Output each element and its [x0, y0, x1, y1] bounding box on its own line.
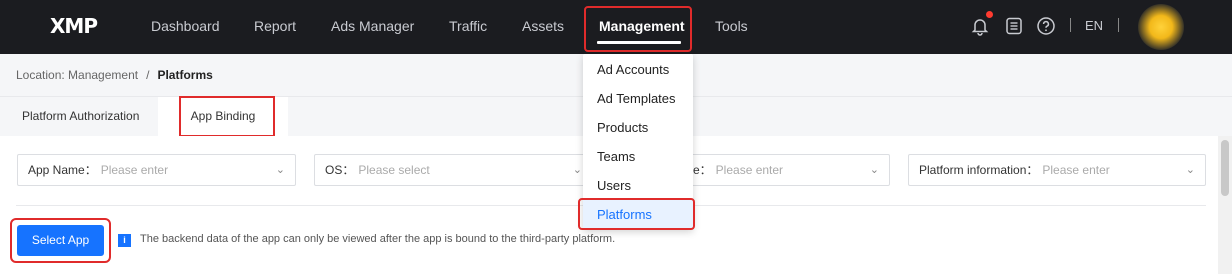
- highlight-box-app-binding: [179, 96, 275, 137]
- menu-item-ad-templates[interactable]: Ad Templates: [583, 84, 693, 113]
- app-name-placeholder: Please enter: [100, 163, 169, 177]
- nav-traffic[interactable]: Traffic: [449, 0, 487, 54]
- chevron-down-icon: ⌄: [1185, 164, 1195, 176]
- highlight-box-select-app: [10, 218, 111, 263]
- chevron-down-icon: ⌄: [275, 164, 285, 176]
- nav-ads-manager[interactable]: Ads Manager: [331, 0, 414, 54]
- chevron-down-icon: ⌄: [572, 164, 582, 176]
- nav-assets[interactable]: Assets: [522, 0, 564, 54]
- platform-information-label: Platform information：: [919, 163, 1039, 177]
- avatar[interactable]: [1138, 4, 1184, 50]
- platform-information-filter[interactable]: Platform information： Please enter ⌄: [908, 154, 1206, 186]
- top-nav: XMP Dashboard Report Ads Manager Traffic…: [0, 0, 1232, 54]
- info-message: The backend data of the app can only be …: [140, 233, 616, 245]
- separator: [1118, 18, 1119, 32]
- info-icon: i: [118, 234, 131, 247]
- highlight-box-management: [584, 6, 692, 52]
- menu-item-ad-accounts[interactable]: Ad Accounts: [583, 55, 693, 84]
- app-name-filter[interactable]: App Name： Please enter ⌄: [17, 154, 296, 186]
- nav-tools[interactable]: Tools: [715, 0, 748, 54]
- menu-item-users[interactable]: Users: [583, 171, 693, 200]
- nav-report[interactable]: Report: [254, 0, 296, 54]
- platform-information-placeholder: Please enter: [1042, 163, 1110, 177]
- document-icon[interactable]: [1004, 16, 1024, 36]
- chevron-down-icon: ⌄: [869, 164, 879, 176]
- highlight-box-platforms: [578, 198, 695, 230]
- breadcrumb-current: Platforms: [157, 68, 213, 82]
- app-name-label: App Name：: [28, 163, 97, 177]
- bell-icon[interactable]: [970, 16, 990, 36]
- notification-dot: [986, 11, 993, 18]
- breadcrumb-separator: /: [146, 68, 150, 82]
- separator: [1070, 18, 1071, 32]
- scrollbar-thumb[interactable]: [1221, 140, 1229, 196]
- breadcrumb-location[interactable]: Location: Management: [16, 68, 138, 82]
- menu-item-products[interactable]: Products: [583, 113, 693, 142]
- language-switch[interactable]: EN: [1085, 0, 1103, 54]
- os-placeholder: Please select: [358, 163, 430, 177]
- logo[interactable]: XMP: [50, 14, 98, 38]
- third-filter-placeholder: Please enter: [715, 163, 784, 177]
- nav-dashboard[interactable]: Dashboard: [151, 0, 220, 54]
- os-filter[interactable]: OS： Please select ⌄: [314, 154, 593, 186]
- help-icon[interactable]: [1036, 16, 1056, 36]
- os-label: OS：: [325, 163, 355, 177]
- tab-platform-authorization[interactable]: Platform Authorization: [22, 97, 139, 137]
- menu-item-teams[interactable]: Teams: [583, 142, 693, 171]
